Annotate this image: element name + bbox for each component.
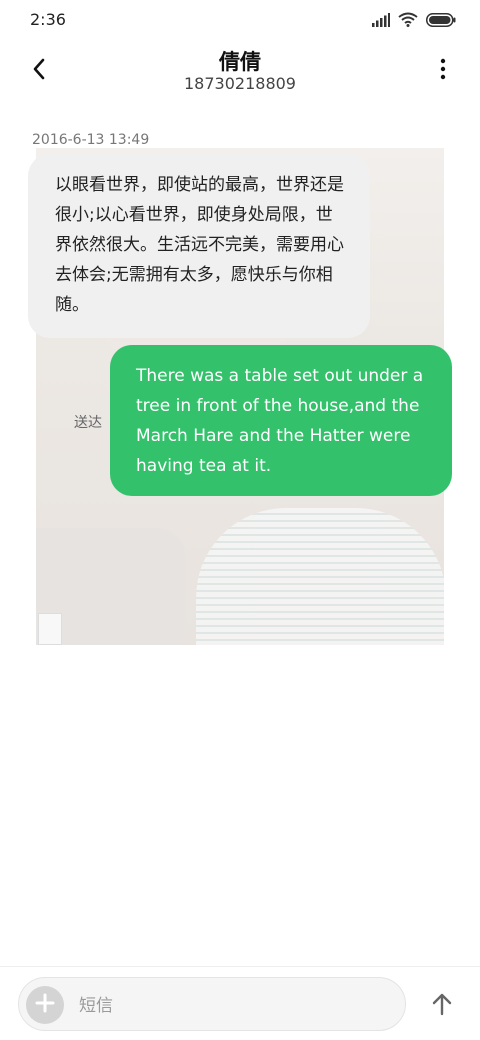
messaging-screen: 2:36 倩倩 18730218809 2016-6-13 13:49 以眼看世…	[0, 0, 480, 1040]
conversation-header: 倩倩 18730218809	[0, 40, 480, 110]
plus-icon	[35, 993, 55, 1017]
received-message-text: 以眼看世界，即使站的最高，世界还是很小;以心看世界，即使身处局限，世界依然很大。…	[55, 175, 344, 315]
composer-bar	[18, 977, 406, 1031]
contact-number: 18730218809	[184, 74, 296, 93]
contact-name: 倩倩	[219, 50, 261, 74]
send-button[interactable]	[424, 988, 460, 1024]
sent-message-bubble[interactable]: There was a table set out under a tree i…	[110, 345, 452, 496]
more-vertical-icon	[440, 58, 446, 84]
signal-icon	[372, 12, 390, 31]
message-timestamp: 2016-6-13 13:49	[32, 132, 150, 148]
add-attachment-button[interactable]	[26, 986, 64, 1024]
more-options-button[interactable]	[428, 54, 458, 88]
battery-icon	[426, 12, 456, 31]
status-time: 2:36	[30, 10, 66, 29]
arrow-up-icon	[431, 992, 453, 1020]
sent-message-text: There was a table set out under a tree i…	[136, 366, 424, 476]
received-message-bubble[interactable]: 以眼看世界，即使站的最高，世界还是很小;以心看世界，即使身处局限，世界依然很大。…	[28, 154, 370, 338]
message-input[interactable]	[77, 990, 391, 1022]
status-icons	[372, 12, 456, 31]
delivery-status: 送达	[74, 415, 102, 431]
composer-divider	[0, 966, 480, 967]
status-bar: 2:36	[0, 0, 480, 40]
wifi-icon	[398, 12, 418, 31]
